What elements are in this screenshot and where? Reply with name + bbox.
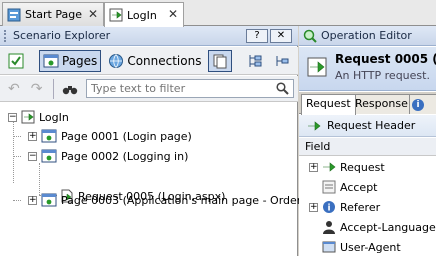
panel-grip[interactable] (4, 29, 8, 42)
section-header: Request Header (299, 115, 436, 137)
tree-collapse-icon (276, 55, 289, 66)
scenario-icon (109, 8, 123, 22)
tab-login[interactable]: LogIn ✕ (104, 2, 184, 27)
pages-label: Pages (62, 53, 98, 68)
redo-button[interactable]: ↷ (27, 78, 47, 100)
collapse-tree-button[interactable] (270, 50, 294, 72)
user-agent-icon (322, 241, 336, 253)
panel-title: Scenario Explorer (13, 29, 111, 42)
panel-title: Operation Editor (321, 29, 412, 42)
connections-label: Connections (127, 53, 202, 68)
tree-node-page[interactable]: + Page 0001 (Login page) (28, 127, 192, 145)
tab-s[interactable]: i S (409, 94, 436, 128)
request-header-icon (308, 120, 321, 131)
field-label: User-Agent (340, 240, 401, 254)
field-row[interactable]: Accept (299, 177, 436, 197)
expand-toggle[interactable]: + (28, 195, 37, 205)
help-button[interactable]: ? (246, 29, 268, 43)
tree-node-label: Page 0001 (Login page) (61, 129, 192, 143)
request-title: Request 0005 (Lo (335, 52, 436, 66)
tree-node-root[interactable]: − LogIn (8, 108, 69, 126)
field-label: Request (340, 160, 385, 174)
section-title: Request Header (327, 119, 416, 132)
magnifier-icon (303, 29, 317, 43)
tree-node-label: Page 0003 (Application's main page - Ord… (61, 193, 326, 207)
field-row[interactable]: User-Agent (299, 237, 436, 256)
pages-icon (43, 54, 59, 67)
tab-response[interactable]: Response (350, 94, 413, 114)
tab-request[interactable]: Request (301, 94, 356, 115)
field-column-header: Field (299, 138, 436, 156)
tree-connector (13, 117, 14, 183)
tree-node-page[interactable]: − Page 0002 (Logging in) (28, 147, 188, 165)
referer-icon: i (323, 201, 335, 214)
field-label: Referer (340, 200, 381, 214)
filter-field[interactable] (86, 79, 294, 98)
request-subtitle: An HTTP request. (335, 69, 430, 82)
pages-button[interactable]: Pages (39, 49, 102, 72)
connections-button[interactable]: Connections (104, 50, 205, 72)
redo-icon: ↷ (30, 80, 43, 97)
tree-expand-icon (249, 54, 262, 67)
tab-label: Start Page (25, 8, 82, 21)
explorer-toolbar: Pages Connections (0, 47, 317, 75)
tree-connector (13, 136, 21, 137)
request-summary: Request 0005 (Lo An HTTP request. (299, 47, 436, 91)
check-button[interactable] (4, 50, 28, 72)
find-button[interactable] (58, 78, 82, 100)
request-icon (323, 162, 336, 172)
editor-tab-strip: Request Response i S (299, 92, 436, 128)
person-icon (323, 221, 335, 234)
undo-icon: ↶ (8, 80, 20, 97)
panel-header: Scenario Explorer ? ✕ (0, 26, 298, 46)
panel-header: Operation Editor (299, 26, 436, 46)
info-icon: i (412, 99, 424, 111)
expand-toggle[interactable]: + (28, 131, 37, 141)
scenario-explorer-panel: Scenario Explorer ? ✕ Pages Connections (0, 26, 325, 256)
collapse-toggle[interactable]: − (28, 151, 37, 161)
view-toggle-button[interactable] (208, 49, 233, 72)
field-row[interactable]: + Request (299, 157, 436, 177)
toolbar-separator (53, 78, 55, 99)
tree-connector (13, 200, 21, 201)
svg-text:i: i (327, 204, 330, 214)
page-icon (41, 149, 57, 163)
filter-toolbar: ↶ ↷ (0, 76, 298, 102)
copy-pages-icon (213, 54, 227, 68)
tree-node-page[interactable]: + Page 0003 (Application's main page - O… (28, 191, 325, 209)
start-page-icon (7, 8, 21, 21)
field-label: Accept-Language (340, 220, 436, 234)
binoculars-icon (63, 85, 78, 94)
search-icon[interactable] (276, 82, 289, 95)
tab-label: LogIn (127, 8, 157, 22)
collapse-toggle[interactable]: − (8, 112, 17, 122)
expand-toggle[interactable]: + (309, 202, 318, 212)
scenario-icon (21, 110, 35, 124)
field-row[interactable]: Accept-Language (299, 217, 436, 237)
close-icon[interactable]: ✕ (88, 7, 98, 21)
document-tab-strip: Start Page ✕ LogIn ✕ (0, 0, 436, 27)
expand-toggle[interactable]: + (309, 162, 318, 172)
tree-connector (13, 156, 21, 157)
close-icon[interactable]: ✕ (168, 7, 178, 21)
page-icon (41, 193, 57, 207)
accept-icon (322, 180, 336, 194)
scenario-tree: − LogIn + Page 0001 (Login page) − Page … (0, 103, 325, 256)
checkmark-icon (8, 53, 24, 68)
field-row[interactable]: + i Referer (299, 197, 436, 217)
filter-input[interactable] (87, 80, 267, 97)
tab-start-page[interactable]: Start Page ✕ (2, 2, 104, 26)
page-icon (41, 129, 57, 143)
field-label: Accept (340, 180, 378, 194)
operation-editor-panel: Operation Editor Request 0005 (Lo An HTT… (299, 26, 436, 256)
tree-node-label: Page 0002 (Logging in) (61, 149, 189, 163)
tree-node-label: LogIn (39, 110, 69, 124)
globe-icon (109, 53, 124, 68)
expand-tree-button[interactable] (243, 50, 267, 72)
request-arrow-icon (307, 57, 327, 77)
close-panel-button[interactable]: ✕ (270, 29, 292, 43)
undo-button[interactable]: ↶ (4, 78, 24, 100)
